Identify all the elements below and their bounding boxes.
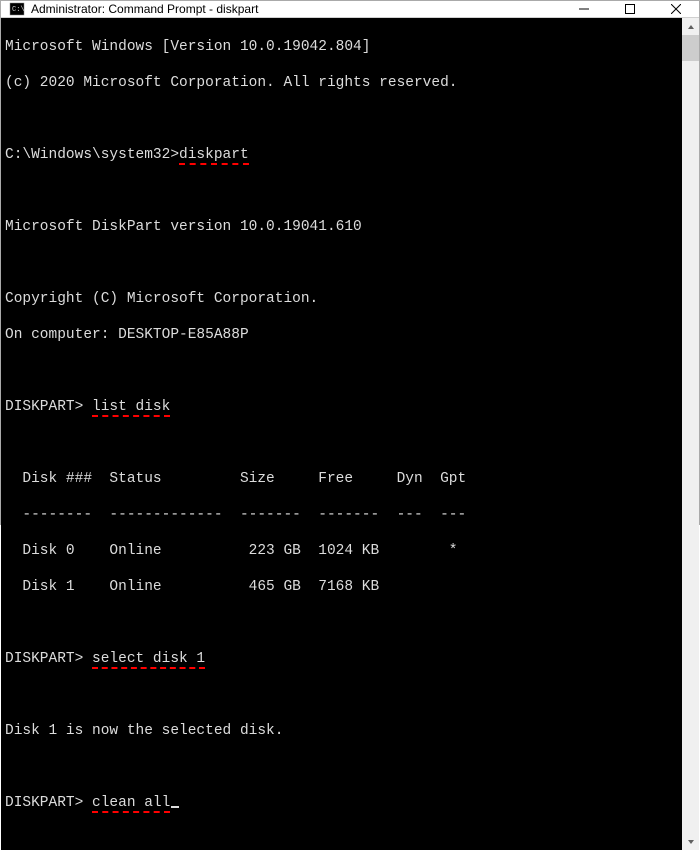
prompt-line-2: DISKPART> list disk <box>5 398 678 416</box>
text-cursor <box>171 806 179 808</box>
window-controls <box>561 1 699 17</box>
maximize-button[interactable] <box>607 1 653 17</box>
scroll-thumb[interactable] <box>682 35 699 61</box>
blank-line <box>5 434 678 452</box>
blank-line <box>5 110 678 128</box>
diskpart-prompt: DISKPART> <box>5 399 92 415</box>
scroll-up-button[interactable] <box>682 18 699 35</box>
minimize-button[interactable] <box>561 1 607 17</box>
diskpart-computer-line: On computer: DESKTOP-E85A88P <box>5 326 678 344</box>
vertical-scrollbar[interactable] <box>682 18 699 850</box>
blank-line <box>5 686 678 704</box>
blank-line <box>5 758 678 776</box>
diskpart-copyright-line: Copyright (C) Microsoft Corporation. <box>5 290 678 308</box>
prompt-line-3: DISKPART> select disk 1 <box>5 650 678 668</box>
terminal-container: Microsoft Windows [Version 10.0.19042.80… <box>1 18 699 850</box>
close-button[interactable] <box>653 1 699 17</box>
diskpart-prompt: DISKPART> <box>5 795 92 811</box>
windows-copyright-line: (c) 2020 Microsoft Corporation. All righ… <box>5 74 678 92</box>
prompt-line-4: DISKPART> clean all <box>5 794 678 812</box>
diskpart-version-line: Microsoft DiskPart version 10.0.19041.61… <box>5 218 678 236</box>
blank-line <box>5 182 678 200</box>
svg-text:C:\: C:\ <box>12 6 25 14</box>
blank-line <box>5 362 678 380</box>
disk-row-1: Disk 1 Online 465 GB 7168 KB <box>5 578 678 596</box>
select-confirmation: Disk 1 is now the selected disk. <box>5 722 678 740</box>
disk-row-0: Disk 0 Online 223 GB 1024 KB * <box>5 542 678 560</box>
app-window: C:\ Administrator: Command Prompt - disk… <box>0 0 700 525</box>
blank-line <box>5 254 678 272</box>
window-title: Administrator: Command Prompt - diskpart <box>31 2 561 16</box>
prompt-line-1: C:\Windows\system32>diskpart <box>5 146 678 164</box>
command-select-disk: select disk 1 <box>92 651 205 669</box>
blank-line <box>5 614 678 632</box>
terminal-output[interactable]: Microsoft Windows [Version 10.0.19042.80… <box>1 18 682 850</box>
disk-table-header: Disk ### Status Size Free Dyn Gpt <box>5 470 678 488</box>
diskpart-prompt: DISKPART> <box>5 651 92 667</box>
windows-version-line: Microsoft Windows [Version 10.0.19042.80… <box>5 38 678 56</box>
disk-table-divider: -------- ------------- ------- ------- -… <box>5 506 678 524</box>
prompt-prefix: C:\Windows\system32> <box>5 147 179 163</box>
cmd-icon: C:\ <box>9 1 25 17</box>
command-diskpart: diskpart <box>179 147 249 165</box>
command-list-disk: list disk <box>92 399 170 417</box>
titlebar[interactable]: C:\ Administrator: Command Prompt - disk… <box>1 1 699 18</box>
command-clean-all: clean all <box>92 795 170 813</box>
scroll-down-button[interactable] <box>682 833 699 850</box>
